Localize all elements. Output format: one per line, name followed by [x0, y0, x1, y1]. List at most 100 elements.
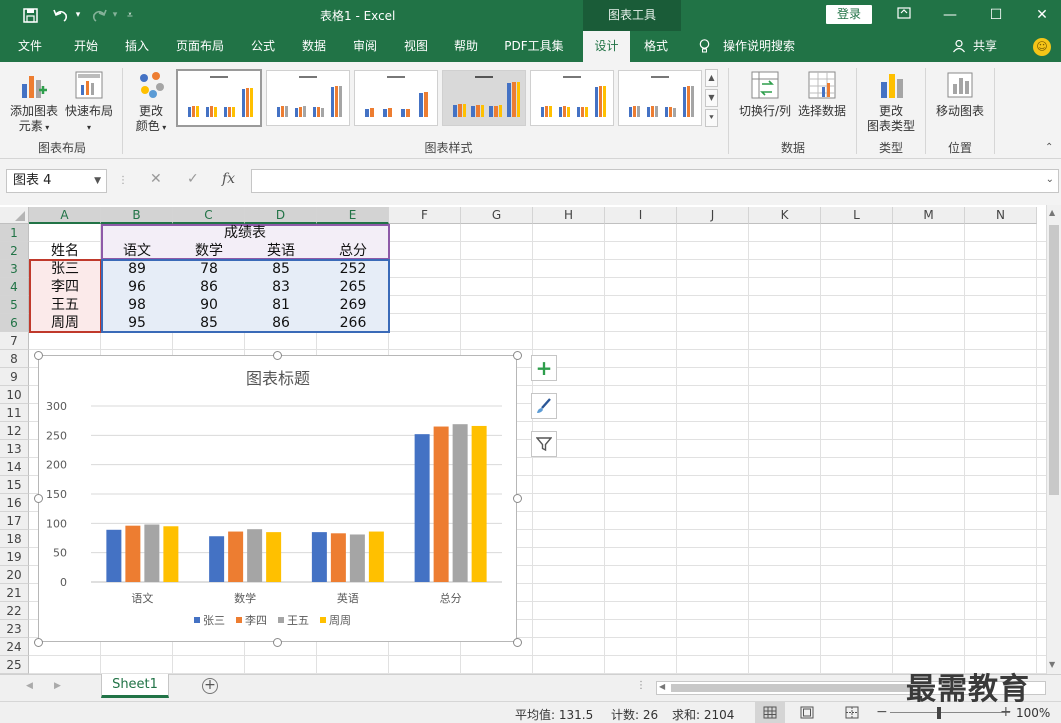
undo-icon[interactable]	[50, 6, 72, 24]
chart-resize-handle[interactable]	[513, 351, 522, 360]
tab-insert[interactable]: 插入	[113, 31, 161, 62]
save-icon[interactable]	[20, 6, 40, 24]
table-cell[interactable]: 王五	[29, 296, 101, 314]
chart-styles-brush-icon[interactable]	[531, 393, 557, 419]
tab-design[interactable]: 设计	[583, 31, 630, 62]
row-header-4[interactable]: 4	[0, 278, 29, 296]
confirm-icon[interactable]: ✓	[187, 171, 199, 187]
row-header-1[interactable]: 1	[0, 224, 29, 242]
cancel-icon[interactable]: ✕	[150, 171, 162, 187]
table-header-cell[interactable]: 英语	[245, 242, 317, 260]
zoom-slider-thumb[interactable]	[937, 707, 941, 719]
tab-home[interactable]: 开始	[62, 31, 110, 62]
row-header-10[interactable]: 10	[0, 386, 29, 404]
gallery-scroll-up-icon[interactable]: ▲	[705, 69, 718, 87]
scroll-left-icon[interactable]: ◀	[659, 682, 665, 691]
table-cell[interactable]: 266	[317, 314, 389, 332]
row-header-20[interactable]: 20	[0, 566, 29, 584]
vertical-scrollbar[interactable]: ▲ ▼	[1046, 205, 1061, 674]
row-header-19[interactable]: 19	[0, 548, 29, 566]
table-cell[interactable]: 周周	[29, 314, 101, 332]
table-cell[interactable]: 96	[101, 278, 173, 296]
chart-resize-handle[interactable]	[513, 638, 522, 647]
add-chart-element-button[interactable]: 添加图表 元素 ▾	[6, 70, 62, 135]
redo-dropdown-icon[interactable]: ▾	[110, 6, 120, 24]
share-button[interactable]: 共享	[970, 31, 1000, 62]
table-title-cell[interactable]: 成绩表	[101, 224, 389, 242]
table-cell[interactable]: 78	[173, 260, 245, 278]
table-cell[interactable]: 85	[245, 260, 317, 278]
maximize-icon[interactable]: ☐	[985, 4, 1007, 26]
row-header-16[interactable]: 16	[0, 494, 29, 512]
customize-toolbar-icon[interactable]: ⩡	[124, 6, 136, 24]
column-header-m[interactable]: M	[893, 207, 965, 224]
row-header-6[interactable]: 6	[0, 314, 29, 332]
change-colors-button[interactable]: 更改 颜色 ▾	[128, 70, 174, 135]
column-header-c[interactable]: C	[173, 207, 245, 224]
redo-icon[interactable]	[88, 6, 110, 24]
row-header-3[interactable]: 3	[0, 260, 29, 278]
gallery-more-icon[interactable]: ⯆	[705, 109, 718, 127]
insert-function-icon[interactable]: fx	[222, 171, 235, 187]
tab-formulas[interactable]: 公式	[240, 31, 286, 62]
table-header-cell[interactable]: 总分	[317, 242, 389, 260]
expand-formula-icon[interactable]: ⌄	[1046, 174, 1054, 185]
table-cell[interactable]: 265	[317, 278, 389, 296]
gallery-scroll-down-icon[interactable]: ▼	[705, 89, 718, 107]
chart-elements-plus-icon[interactable]: +	[531, 355, 557, 381]
row-header-17[interactable]: 17	[0, 512, 29, 530]
row-header-24[interactable]: 24	[0, 638, 29, 656]
row-header-21[interactable]: 21	[0, 584, 29, 602]
table-cell[interactable]: 85	[173, 314, 245, 332]
table-header-cell[interactable]: 数学	[173, 242, 245, 260]
feedback-smiley-icon[interactable]: ☺	[1033, 38, 1051, 56]
chart-style-3[interactable]	[354, 70, 438, 126]
row-header-23[interactable]: 23	[0, 620, 29, 638]
ribbon-display-options-icon[interactable]	[893, 4, 915, 26]
table-cell[interactable]: 李四	[29, 278, 101, 296]
chart-filter-funnel-icon[interactable]	[531, 431, 557, 457]
row-header-7[interactable]: 7	[0, 332, 29, 350]
prev-sheet-icon[interactable]: ◀	[26, 681, 33, 691]
chart-style-6[interactable]	[618, 70, 702, 126]
row-header-5[interactable]: 5	[0, 296, 29, 314]
table-cell[interactable]: 98	[101, 296, 173, 314]
table-cell[interactable]: 90	[173, 296, 245, 314]
page-break-view-icon[interactable]	[845, 706, 859, 722]
table-cell[interactable]: 83	[245, 278, 317, 296]
add-sheet-icon[interactable]: +	[202, 678, 218, 694]
name-box[interactable]: 图表 4 ▼	[6, 169, 107, 193]
move-chart-button[interactable]: 移动图表	[932, 70, 988, 119]
login-button[interactable]: 登录	[826, 5, 872, 24]
change-chart-type-button[interactable]: 更改 图表类型	[862, 70, 920, 134]
zoom-out-icon[interactable]: −	[876, 704, 888, 720]
tab-help[interactable]: 帮助	[443, 31, 489, 62]
chart-resize-handle[interactable]	[34, 638, 43, 647]
column-header-f[interactable]: F	[389, 207, 461, 224]
sheet-tab-sheet1[interactable]: Sheet1	[101, 674, 169, 698]
table-header-cell[interactable]: 语文	[101, 242, 173, 260]
row-header-14[interactable]: 14	[0, 458, 29, 476]
column-header-b[interactable]: B	[101, 207, 173, 224]
normal-view-icon[interactable]	[755, 702, 785, 723]
quick-layout-button[interactable]: 快速布局 ▾	[62, 70, 116, 135]
chart-resize-handle[interactable]	[273, 638, 282, 647]
select-data-button[interactable]: 选择数据	[796, 70, 848, 119]
hscroll-thumb[interactable]	[671, 684, 911, 692]
row-header-13[interactable]: 13	[0, 440, 29, 458]
table-header-cell[interactable]: 姓名	[29, 242, 101, 260]
tab-review[interactable]: 审阅	[342, 31, 388, 62]
table-cell[interactable]: 269	[317, 296, 389, 314]
chart-resize-handle[interactable]	[34, 351, 43, 360]
column-header-k[interactable]: K	[749, 207, 821, 224]
chart-resize-handle[interactable]	[273, 351, 282, 360]
row-header-15[interactable]: 15	[0, 476, 29, 494]
column-header-a[interactable]: A	[29, 207, 101, 224]
formula-input[interactable]: ⌄	[251, 169, 1059, 193]
chart-resize-handle[interactable]	[34, 494, 43, 503]
table-cell[interactable]: 86	[245, 314, 317, 332]
scroll-thumb[interactable]	[1049, 225, 1059, 495]
scroll-down-icon[interactable]: ▼	[1049, 660, 1055, 669]
chart-style-1[interactable]	[176, 69, 262, 127]
column-header-e[interactable]: E	[317, 207, 389, 224]
